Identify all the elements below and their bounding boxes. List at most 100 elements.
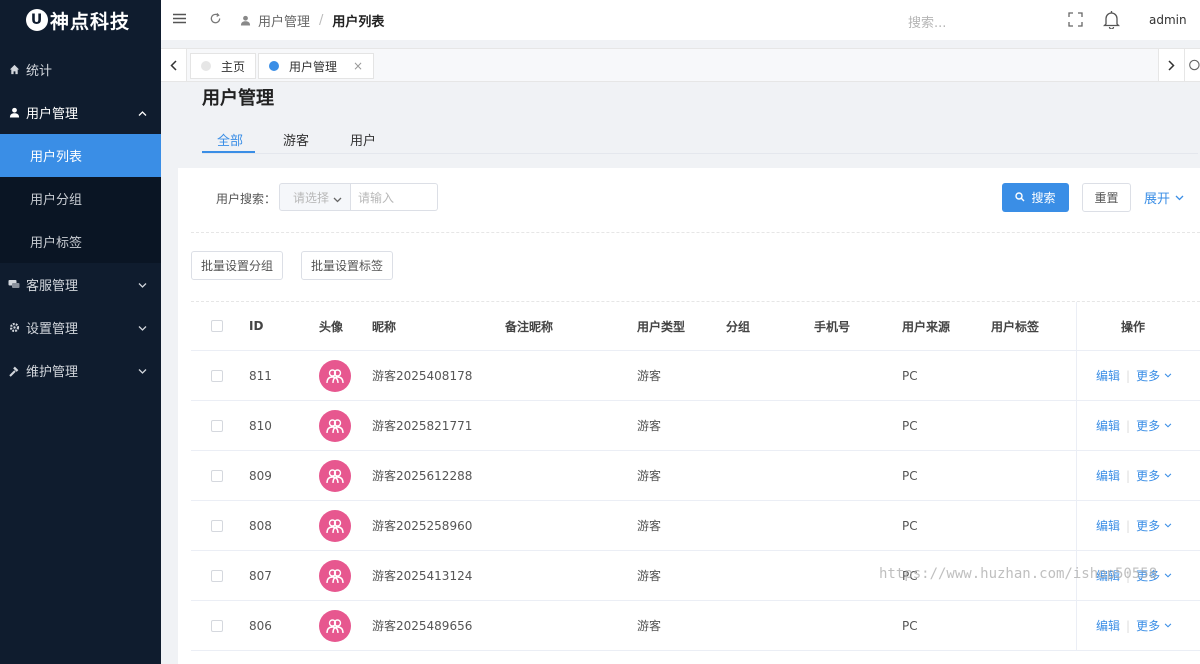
chevron-down-icon — [1164, 573, 1172, 578]
header-search-input[interactable]: 搜索... — [908, 12, 946, 31]
table-header: ID 头像 昵称 备注昵称 用户类型 分组 手机号 用户来源 用户标签 操作 — [191, 302, 1200, 351]
sidebar-item-user-management[interactable]: 用户管理 — [0, 91, 161, 134]
row-checkbox[interactable] — [211, 601, 223, 650]
row-checkbox[interactable] — [211, 501, 223, 550]
tabs-options-icon[interactable] — [1184, 49, 1200, 81]
batch-set-tag-button[interactable]: 批量设置标签 — [301, 251, 393, 280]
sidebar-item-stats[interactable]: 统计 — [0, 48, 161, 91]
sidebar-item-maintenance[interactable]: 维护管理 — [0, 349, 161, 392]
menu-toggle-icon[interactable] — [173, 13, 187, 27]
tabs-scroll-right-button[interactable] — [1158, 49, 1184, 81]
select-all-checkbox[interactable] — [211, 302, 223, 350]
row-checkbox[interactable] — [211, 451, 223, 500]
row-checkbox[interactable] — [211, 401, 223, 450]
chevron-down-icon — [1164, 373, 1172, 378]
page-tab-label: 主页 — [221, 59, 246, 74]
search-field-select[interactable]: 请选择 — [279, 183, 351, 211]
reset-button[interactable]: 重置 — [1082, 183, 1131, 212]
sidebar-item-label: 维护管理 — [26, 365, 79, 380]
table-row: 811 游客2025408178 游客 PC 编辑 | 更多 — [191, 351, 1200, 401]
chevron-down-icon — [1164, 623, 1172, 628]
watermark: https://www.huzhan.com/ishop50558 — [879, 566, 1158, 582]
more-link[interactable]: 更多 — [1136, 467, 1160, 484]
expand-filters-link[interactable]: 展开 — [1144, 188, 1184, 207]
more-link[interactable]: 更多 — [1136, 367, 1160, 384]
cell-avatar — [319, 601, 351, 650]
column-header-actions-wrap: 操作 — [1076, 302, 1200, 350]
sidebar-subitem-user-groups[interactable]: 用户分组 — [0, 177, 161, 220]
page-tab-home[interactable]: 主页 — [190, 53, 257, 79]
breadcrumb-current: 用户列表 — [332, 14, 385, 30]
column-header-group: 分组 — [726, 319, 751, 334]
user-list-card: 用户搜索： 请选择 请输入 搜索 重置 展开 批量设置分组 批量设置标签 ID … — [178, 168, 1200, 664]
edit-link[interactable]: 编辑 — [1096, 517, 1120, 534]
users-icon — [326, 368, 344, 383]
cell-source: PC — [902, 468, 918, 483]
edit-link[interactable]: 编辑 — [1096, 367, 1120, 384]
action-separator: | — [1126, 368, 1131, 383]
breadcrumb-separator: / — [319, 12, 324, 28]
sidebar-item-label: 客服管理 — [26, 279, 79, 294]
page-tab-user-management[interactable]: 用户管理 × — [258, 53, 375, 79]
cell-actions: 编辑 | 更多 — [1076, 501, 1200, 550]
brand-logo[interactable]: U 神点科技 — [0, 0, 161, 40]
action-separator: | — [1126, 468, 1131, 483]
cell-nickname: 游客2025612288 — [372, 469, 473, 483]
search-button[interactable]: 搜索 — [1002, 183, 1069, 212]
edit-link[interactable]: 编辑 — [1096, 467, 1120, 484]
edit-link[interactable]: 编辑 — [1096, 417, 1120, 434]
column-header-actions: 操作 — [1121, 319, 1146, 334]
divider — [191, 232, 1200, 233]
column-header-nickname: 昵称 — [372, 319, 397, 334]
cell-actions: 编辑 | 更多 — [1076, 351, 1200, 400]
cell-id: 806 — [249, 618, 272, 633]
chevron-down-icon — [138, 320, 147, 335]
close-icon[interactable]: × — [353, 59, 363, 73]
column-header-id[interactable]: ID — [249, 302, 263, 350]
more-link[interactable]: 更多 — [1136, 517, 1160, 534]
sidebar-item-label: 设置管理 — [26, 322, 79, 337]
breadcrumb: 用户管理 / 用户列表 — [240, 11, 384, 30]
chevron-down-icon — [1164, 423, 1172, 428]
cell-user-type: 游客 — [637, 469, 662, 483]
chevron-down-icon — [1164, 473, 1172, 478]
user-menu[interactable]: admin — [1149, 13, 1187, 27]
column-header-user-type: 用户类型 — [637, 319, 686, 334]
cell-id: 810 — [249, 418, 272, 433]
user-management-submenu: 用户列表 用户分组 用户标签 — [0, 134, 161, 263]
logo-mark: U — [26, 9, 48, 31]
column-header-source: 用户来源 — [902, 319, 951, 334]
sidebar-item-customer-service[interactable]: 客服管理 — [0, 263, 161, 306]
more-link[interactable]: 更多 — [1136, 617, 1160, 634]
fullscreen-icon[interactable] — [1068, 12, 1083, 30]
row-checkbox[interactable] — [211, 551, 223, 600]
tab-visitor[interactable]: 游客 — [283, 130, 309, 149]
table-row: 808 游客2025258960 游客 PC 编辑 | 更多 — [191, 501, 1200, 551]
page-tab-label: 用户管理 — [289, 59, 338, 74]
bell-icon[interactable] — [1102, 10, 1121, 32]
column-header-phone: 手机号 — [814, 319, 851, 334]
sidebar-item-settings[interactable]: 设置管理 — [0, 306, 161, 349]
user-icon — [8, 107, 20, 119]
chat-icon — [8, 279, 20, 291]
batch-set-group-button[interactable]: 批量设置分组 — [191, 251, 283, 280]
actions-group: 编辑 | 更多 — [1096, 401, 1172, 450]
tab-user[interactable]: 用户 — [350, 130, 376, 149]
tab-all[interactable]: 全部 — [217, 130, 243, 149]
column-header-avatar: 头像 — [319, 319, 344, 334]
breadcrumb-parent[interactable]: 用户管理 — [258, 11, 310, 30]
sidebar-item-label: 统计 — [26, 64, 53, 79]
cell-user-type: 游客 — [637, 419, 662, 433]
edit-link[interactable]: 编辑 — [1096, 617, 1120, 634]
sidebar-subitem-user-list[interactable]: 用户列表 — [0, 134, 161, 177]
chevron-down-icon — [138, 363, 147, 378]
cell-user-type: 游客 — [637, 519, 662, 533]
sidebar-subitem-user-tags[interactable]: 用户标签 — [0, 220, 161, 263]
refresh-icon[interactable] — [209, 12, 222, 28]
cell-avatar — [319, 351, 351, 400]
tabs-scroll-left-button[interactable] — [161, 49, 187, 81]
search-input[interactable]: 请输入 — [351, 183, 438, 211]
segment-tabs: 全部 游客 用户 — [202, 120, 1198, 154]
more-link[interactable]: 更多 — [1136, 417, 1160, 434]
row-checkbox[interactable] — [211, 351, 223, 400]
